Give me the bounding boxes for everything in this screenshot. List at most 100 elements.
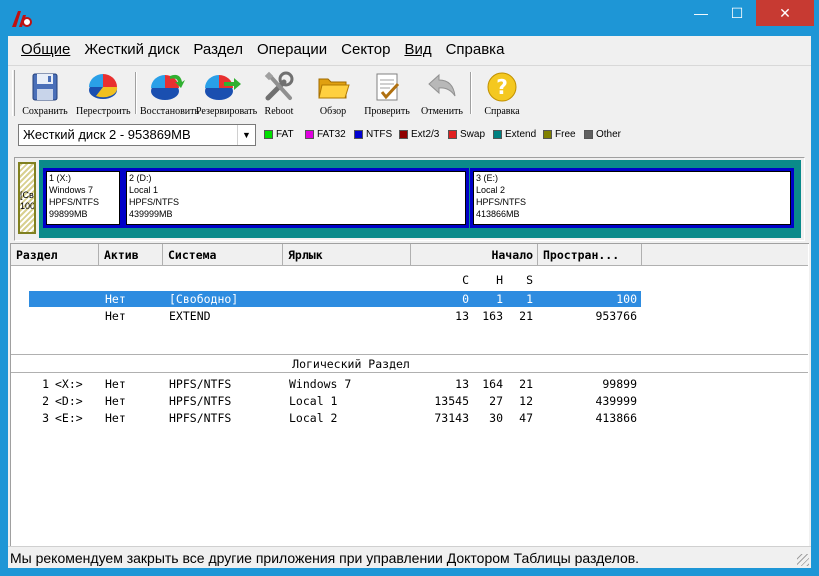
row-size[interactable]: 953766 [549, 308, 637, 324]
menu-view[interactable]: Вид [397, 36, 438, 64]
legend-label: FAT32 [317, 129, 346, 140]
row-active[interactable]: Нет [105, 410, 126, 426]
menu-operations[interactable]: Операции [250, 36, 334, 64]
partition-table: Раздел Актив Система Ярлык Начало Простр… [10, 243, 809, 546]
app-logo-icon [12, 11, 32, 27]
row-active[interactable]: Нет [105, 376, 126, 392]
legend-label: Free [555, 129, 576, 140]
partition-block-x[interactable]: 1 (X:) Windows 7 HPFS/NTFS 99899MB [43, 168, 123, 228]
row-c[interactable]: 13 [429, 308, 469, 324]
row-h[interactable]: 27 [469, 393, 503, 409]
check-button[interactable]: Проверить [360, 68, 414, 118]
partition-block-e[interactable]: 3 (E:) Local 2 HPFS/NTFS 413866MB [470, 168, 794, 228]
row-num[interactable]: 3 [29, 410, 49, 426]
legend-swatch [264, 130, 273, 139]
disk-selector-row: Жесткий диск 2 - 953869MB ▼ FAT FAT32 NT… [8, 120, 811, 150]
row-c[interactable]: 13545 [419, 393, 469, 409]
check-document-icon [376, 73, 400, 101]
row-system[interactable]: HPFS/NTFS [169, 393, 231, 409]
partition-block-d[interactable]: 2 (D:) Local 1 HPFS/NTFS 439999MB [123, 168, 469, 228]
column-header-partition[interactable]: Раздел [11, 244, 99, 266]
row-num[interactable]: 1 [29, 376, 49, 392]
row-size[interactable]: 439999 [549, 393, 637, 409]
legend-label: Swap [460, 129, 486, 140]
reboot-button[interactable]: Reboot [252, 68, 306, 118]
menu-help[interactable]: Справка [439, 36, 512, 64]
row-system[interactable]: HPFS/NTFS [169, 376, 231, 392]
toolbar-separator [470, 72, 472, 114]
row-system[interactable]: EXTEND [169, 308, 211, 324]
row-drive[interactable]: <E:> [55, 410, 83, 426]
row-label[interactable]: Local 2 [289, 410, 337, 426]
row-size[interactable]: 99899 [549, 376, 637, 392]
resize-grip[interactable] [797, 554, 809, 566]
legend-label: FAT [276, 129, 294, 140]
row-s[interactable]: 47 [503, 410, 533, 426]
row-size[interactable]: 413866 [549, 410, 637, 426]
legend-swatch [543, 130, 552, 139]
legend-extend: Extend [493, 129, 536, 140]
row-drive[interactable]: <X:> [55, 376, 83, 392]
partition-label: Local 1 [129, 185, 159, 195]
maximize-button[interactable]: ☐ [720, 0, 754, 26]
row-s[interactable]: 21 [503, 376, 533, 392]
title-bar[interactable]: — ☐ ✕ [0, 0, 819, 36]
partition-fs: HPFS/NTFS [476, 197, 527, 207]
svg-text:?: ? [496, 75, 508, 99]
partition-title: 2 (D:) [129, 173, 152, 183]
legend-label: Other [596, 129, 622, 140]
row-label[interactable]: Windows 7 [289, 376, 351, 392]
menu-partition[interactable]: Раздел [186, 36, 250, 64]
row-h[interactable]: 30 [469, 410, 503, 426]
legend-swatch [493, 130, 502, 139]
toolbar: Сохранить Перестроить Восстановить Резер… [8, 65, 811, 119]
menu-general[interactable]: Общие [14, 36, 77, 64]
section-divider [11, 354, 808, 355]
partition-label: Windows 7 [49, 185, 94, 195]
disk-dropdown[interactable]: Жесткий диск 2 - 953869MB ▼ [18, 124, 256, 146]
menu-sector[interactable]: Сектор [334, 36, 397, 64]
row-c[interactable]: 13 [419, 376, 469, 392]
row-s[interactable]: 12 [503, 393, 533, 409]
undo-button[interactable]: Отменить [415, 68, 469, 118]
column-header-start[interactable]: Начало [411, 244, 538, 266]
row-active[interactable]: Нет [105, 308, 126, 324]
column-header-label[interactable]: Ярлык [283, 244, 411, 266]
free-space-block[interactable]: [Св 100 [18, 162, 36, 234]
row-active[interactable]: Нет [105, 393, 126, 409]
help-button[interactable]: ? Справка [475, 68, 529, 118]
pie-chart-icon [89, 74, 118, 99]
toolbar-separator [135, 72, 137, 114]
free-block-line2: 100 [20, 201, 36, 211]
close-button[interactable]: ✕ [756, 0, 814, 26]
column-header-system[interactable]: Система [163, 244, 283, 266]
row-label[interactable]: Local 1 [289, 393, 337, 409]
chevron-down-icon[interactable]: ▼ [237, 125, 255, 145]
toolbar-grip[interactable] [12, 70, 15, 116]
disk-dropdown-value: Жесткий диск 2 - 953869MB [23, 127, 191, 142]
column-header-active[interactable]: Актив [99, 244, 163, 266]
browse-button[interactable]: Обзор [306, 68, 360, 118]
row-drive[interactable]: <D:> [55, 393, 83, 409]
row-system[interactable]: HPFS/NTFS [169, 410, 231, 426]
table-row-selected[interactable]: Нет [Свободно] 0 1 1 100 [29, 291, 641, 307]
legend-other: Other [584, 129, 621, 140]
backup-button[interactable]: Резервировать [196, 68, 258, 118]
client-area: Общие Жесткий диск Раздел Операции Секто… [8, 36, 811, 568]
row-c[interactable]: 73143 [419, 410, 469, 426]
menu-hard-disk[interactable]: Жесткий диск [77, 36, 186, 64]
row-h[interactable]: 163 [469, 308, 503, 324]
row-h: 1 [496, 292, 503, 306]
column-header-size[interactable]: Простран... [538, 244, 642, 266]
save-button[interactable]: Сохранить [18, 68, 72, 118]
row-h[interactable]: 164 [469, 376, 503, 392]
partition-size: 413866MB [476, 209, 520, 219]
rebuild-button[interactable]: Перестроить [76, 68, 131, 118]
legend-fat32: FAT32 [305, 129, 346, 140]
row-num[interactable]: 2 [29, 393, 49, 409]
restore-button[interactable]: Восстановить [140, 68, 199, 118]
minimize-button[interactable]: — [684, 0, 718, 26]
row-s[interactable]: 21 [503, 308, 533, 324]
backup-label: Резервировать [196, 106, 258, 117]
undo-label: Отменить [421, 106, 463, 117]
